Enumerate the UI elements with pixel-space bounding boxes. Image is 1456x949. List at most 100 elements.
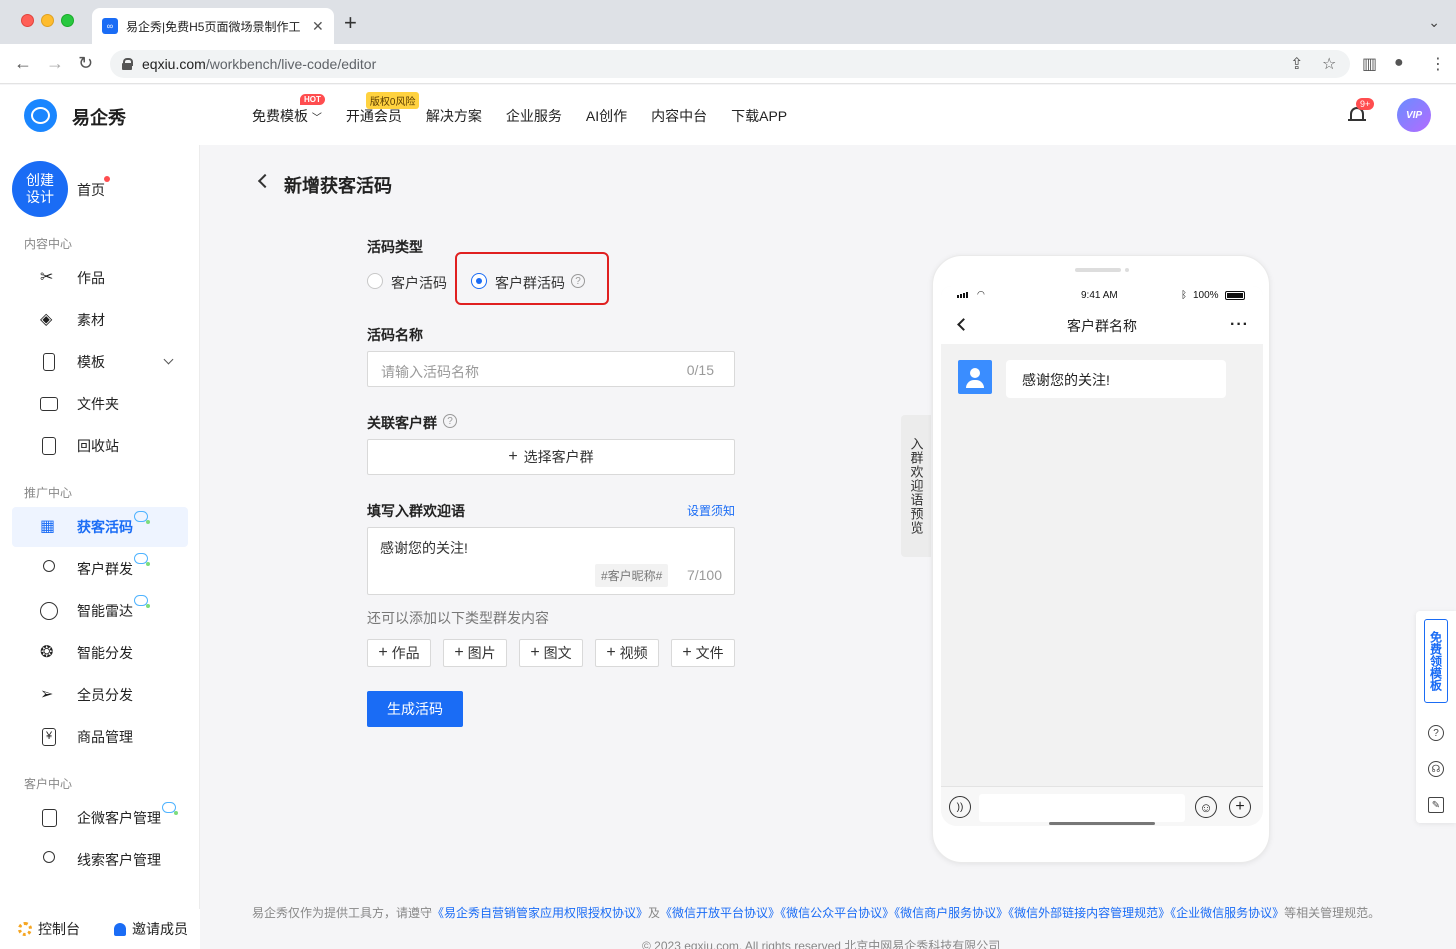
section-title-content: 内容中心 <box>24 237 73 251</box>
add-image-label: 图片 <box>467 645 496 661</box>
invite-member-link[interactable]: 邀请成员 <box>114 919 188 939</box>
profile-icon[interactable]: ● <box>1394 54 1404 72</box>
sidebar-item-products[interactable]: ¥ 商品管理 <box>12 717 188 757</box>
code-type-label: 活码类型 <box>367 239 423 255</box>
nav-membership[interactable]: 开通会员 版权0风险 <box>346 92 420 126</box>
add-video-label: 视频 <box>619 645 648 661</box>
sidebar-item-all-staff[interactable]: ➢ 全员分发 <box>12 675 188 715</box>
sidebar-item-wecom-customers[interactable]: 企微客户管理 <box>12 798 188 838</box>
footer-link[interactable]: 《微信商户服务协议》 <box>894 906 1008 920</box>
chevron-down-icon[interactable] <box>163 354 174 365</box>
window-zoom-button[interactable] <box>61 14 74 27</box>
home-notice-dot <box>104 176 110 182</box>
reload-icon[interactable]: ↻ <box>78 53 93 73</box>
add-file-button[interactable]: + 文件 <box>671 639 735 667</box>
tab-title: 易企秀|免费H5页面微场景制作工 <box>126 19 301 34</box>
sidepanel-icon[interactable]: ▥ <box>1362 54 1377 74</box>
nickname-tag-button[interactable]: #客户昵称# <box>595 564 669 587</box>
browser-tab[interactable]: ∞ 易企秀|免费H5页面微场景制作工 ✕ <box>92 8 334 44</box>
add-article-button[interactable]: + 图文 <box>519 639 583 667</box>
layers-icon: ◈ <box>40 311 53 328</box>
sidebar-item-recycle-bin[interactable]: 回收站 <box>12 426 188 466</box>
battery-percent: 100% <box>1193 290 1219 301</box>
feedback-icon[interactable]: ✎ <box>1428 797 1444 813</box>
browser-menu-icon[interactable]: ⋮ <box>1430 54 1446 74</box>
add-article-label: 图文 <box>543 645 572 661</box>
url-field[interactable]: eqxiu.com/workbench/live-code/editor <box>110 50 1350 78</box>
select-group-button[interactable]: + 选择客户群 <box>367 439 735 475</box>
generate-code-button[interactable]: 生成活码 <box>367 691 463 727</box>
console-link[interactable]: 控制台 <box>18 919 80 939</box>
sidebar-item-label: 商品管理 <box>77 729 133 745</box>
back-icon[interactable]: ← <box>14 53 32 73</box>
settings-notice-link[interactable]: 设置须知 <box>687 502 735 519</box>
sidebar-item-smart-distribute[interactable]: ❂ 智能分发 <box>12 633 188 673</box>
radio-customer-code[interactable] <box>367 273 383 289</box>
add-video-button[interactable]: + 视频 <box>595 639 659 667</box>
footer-link[interactable]: 《微信外部链接内容管理规范》 <box>1008 906 1170 920</box>
tab-list-chevron-icon[interactable]: ⌄ <box>1428 14 1440 31</box>
nav-label: 免费模板 <box>252 108 308 124</box>
radio-customer-code-label[interactable]: 客户活码 <box>391 273 447 293</box>
ai-tag-icon <box>134 511 150 524</box>
add-work-button[interactable]: + 作品 <box>367 639 431 667</box>
more-icon: ··· <box>1230 316 1249 333</box>
section-title-promotion: 推广中心 <box>24 486 73 500</box>
chat-input-field <box>979 794 1185 822</box>
avatar[interactable]: VIP <box>1397 98 1431 132</box>
sidebar-item-assets[interactable]: ◈ 素材 <box>12 300 188 340</box>
nav-enterprise[interactable]: 企业服务 <box>506 106 562 126</box>
sidebar-item-label: 作品 <box>77 270 105 286</box>
sidebar-item-live-code[interactable]: ▦ 获客活码 <box>12 507 188 547</box>
code-name-input[interactable]: 请输入活码名称 0/15 <box>367 351 735 387</box>
sidebar-item-group-send[interactable]: 客户群发 <box>12 549 188 589</box>
window-close-button[interactable] <box>21 14 34 27</box>
plus-icon: + <box>606 644 616 661</box>
footer-link[interactable]: 《企业微信服务协议》 <box>1170 906 1284 920</box>
nav-ai[interactable]: AI创作 <box>586 106 627 126</box>
app-header: 易企秀 免费模板 ﹀ HOT 开通会员 版权0风险 解决方案 企业服务 AI创作… <box>0 85 1456 145</box>
nav-content-hub[interactable]: 内容中台 <box>651 106 707 126</box>
nav-download-app[interactable]: 下载APP <box>731 106 787 126</box>
welcome-preview-tab[interactable]: 入群欢迎语预览 <box>901 415 931 557</box>
footer-prefix: 易企秀仅作为提供工具方，请遵守 <box>252 906 433 920</box>
gear-icon <box>18 922 32 936</box>
footer-and: 及 <box>648 906 661 920</box>
sidebar-item-lead-customers[interactable]: 线索客户管理 <box>12 840 188 880</box>
new-tab-icon[interactable]: + <box>344 12 357 34</box>
footer-link[interactable]: 《微信公众平台协议》 <box>780 906 894 920</box>
back-arrow-icon[interactable] <box>257 173 273 189</box>
add-user-icon <box>114 922 126 936</box>
bookmark-star-icon[interactable]: ☆ <box>1322 54 1336 74</box>
free-template-button[interactable]: 免费领模板 <box>1424 619 1448 703</box>
customer-service-icon[interactable]: ☊ <box>1428 761 1444 777</box>
browser-tab-bar: ∞ 易企秀|免费H5页面微场景制作工 ✕ + ⌄ <box>0 0 1456 44</box>
footer-link[interactable]: 《易企秀自营销管家应用权限授权协议》 <box>432 906 648 920</box>
create-design-button[interactable]: 创建设计 <box>12 161 68 217</box>
help-icon[interactable]: ? <box>1428 725 1444 741</box>
tab-close-icon[interactable]: ✕ <box>312 18 324 35</box>
sidebar-item-folder[interactable]: 文件夹 <box>12 384 188 424</box>
nav-solutions[interactable]: 解决方案 <box>426 106 482 126</box>
sidebar-item-home[interactable]: 首页 <box>77 180 105 200</box>
tools-icon: ✂ <box>40 269 54 286</box>
sidebar-item-radar[interactable]: 智能雷达 <box>12 591 188 631</box>
window-minimize-button[interactable] <box>41 14 54 27</box>
add-image-button[interactable]: + 图片 <box>443 639 507 667</box>
copyright-badge: 版权0风险 <box>365 92 420 109</box>
voice-icon: )) <box>949 796 971 818</box>
help-icon[interactable]: ? <box>443 414 457 428</box>
chevron-down-icon: ﹀ <box>311 113 322 124</box>
footer-link[interactable]: 《微信开放平台协议》 <box>660 906 780 920</box>
welcome-textarea[interactable]: 感谢您的关注! #客户昵称# 7/100 <box>367 527 735 595</box>
nav-free-templates[interactable]: 免费模板 ﹀ HOT <box>252 94 325 126</box>
sidebar-item-templates[interactable]: 模板 <box>12 342 188 382</box>
emoji-icon: ☺ <box>1195 796 1217 818</box>
signal-icon <box>957 292 968 298</box>
brand-name[interactable]: 易企秀 <box>72 104 126 130</box>
share-icon[interactable]: ⇪ <box>1290 54 1303 74</box>
contact-card-icon <box>42 809 57 827</box>
sidebar-item-works[interactable]: ✂ 作品 <box>12 258 188 298</box>
forward-icon[interactable]: → <box>46 53 64 73</box>
logo-icon[interactable] <box>24 99 57 132</box>
